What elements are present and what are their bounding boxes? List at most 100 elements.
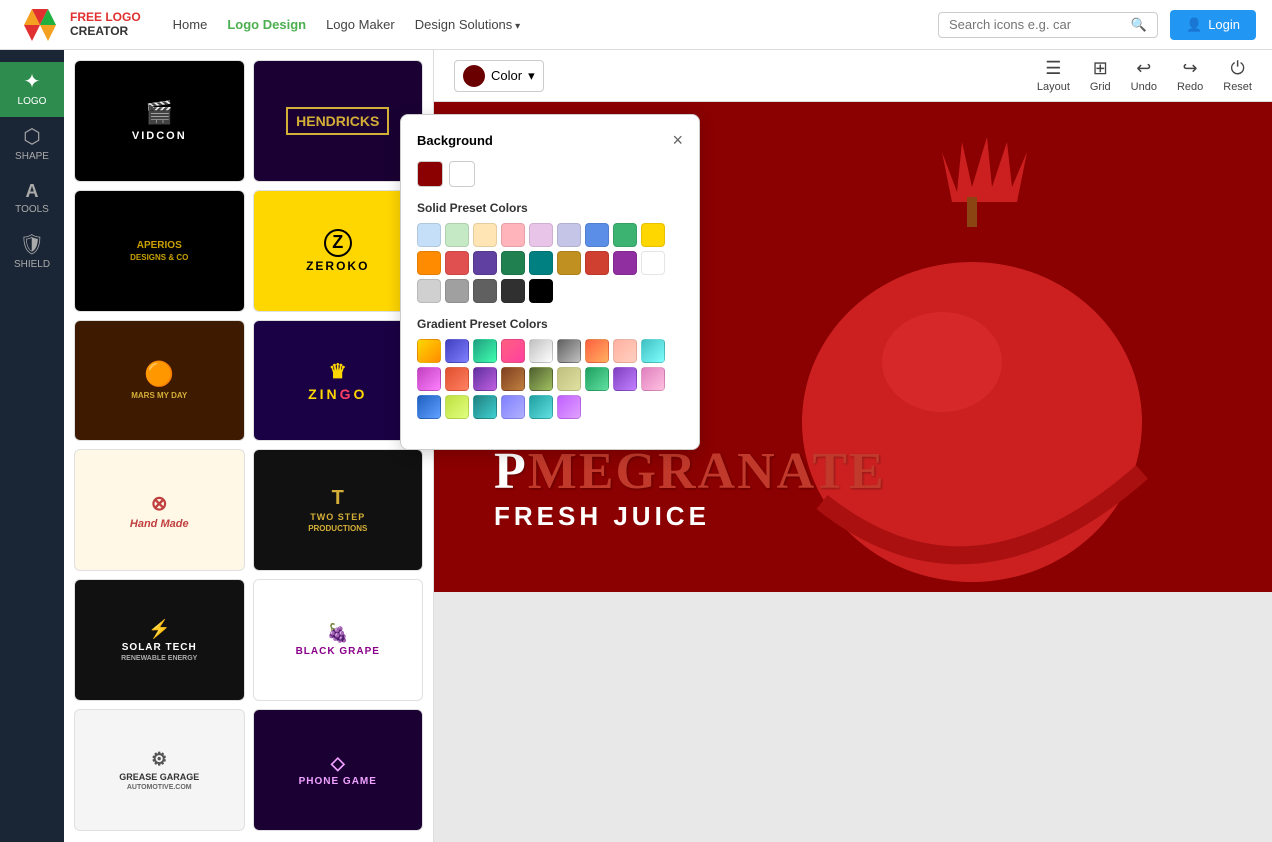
search-input[interactable] bbox=[949, 17, 1127, 32]
gradient-swatch[interactable] bbox=[557, 339, 581, 363]
gallery-item-phonegame[interactable]: ◇ PHONE GAME bbox=[253, 709, 424, 831]
canvas-main-text-rest: MEGRANATE bbox=[528, 443, 886, 500]
nav-logo-maker[interactable]: Logo Maker bbox=[326, 17, 395, 32]
solid-swatch[interactable] bbox=[501, 279, 525, 303]
layout-action[interactable]: ☰ Layout bbox=[1037, 58, 1070, 93]
bg-swatch-dark[interactable] bbox=[417, 161, 443, 187]
gradient-swatch[interactable] bbox=[585, 339, 609, 363]
solid-swatch[interactable] bbox=[557, 223, 581, 247]
gradient-swatch[interactable] bbox=[445, 367, 469, 391]
bg-swatches bbox=[417, 161, 683, 187]
redo-action[interactable]: ↪ Redo bbox=[1177, 58, 1203, 93]
solid-swatch[interactable] bbox=[501, 251, 525, 275]
gradient-swatch[interactable] bbox=[473, 367, 497, 391]
tools-icon: A bbox=[26, 182, 39, 200]
gallery-grid: 🎬 VIDCON HENDRICKS APERIOS DESIGNS & CO … bbox=[74, 60, 423, 831]
shape-icon: ⬡ bbox=[23, 127, 40, 147]
solid-swatch[interactable] bbox=[585, 251, 609, 275]
solid-swatch[interactable] bbox=[445, 251, 469, 275]
nav-logo-design[interactable]: Logo Design bbox=[227, 17, 306, 32]
tool-logo[interactable]: ✦ LOGO bbox=[0, 62, 64, 117]
gradient-swatch[interactable] bbox=[529, 367, 553, 391]
solid-swatch[interactable] bbox=[473, 223, 497, 247]
color-popup-close[interactable]: × bbox=[672, 131, 683, 149]
color-popup: Background × Solid Preset Colors Gradien… bbox=[400, 114, 700, 450]
gallery-item-grease[interactable]: ⚙ GREASE GARAGE AUTOMOTIVE.COM bbox=[74, 709, 245, 831]
gallery-item-zingo[interactable]: ♛ ZINGO bbox=[253, 320, 424, 442]
reset-action[interactable]: ⏻ Reset bbox=[1223, 58, 1252, 93]
solid-swatch[interactable] bbox=[585, 223, 609, 247]
solid-swatch[interactable] bbox=[417, 251, 441, 275]
gradient-swatch[interactable] bbox=[557, 367, 581, 391]
gradient-swatch[interactable] bbox=[529, 395, 553, 419]
gallery-item-marsmyday[interactable]: 🟠 MARS MY DAY bbox=[74, 320, 245, 442]
gradient-swatch[interactable] bbox=[445, 395, 469, 419]
gradient-swatch[interactable] bbox=[417, 395, 441, 419]
gallery-item-hendricks[interactable]: HENDRICKS bbox=[253, 60, 424, 182]
color-picker-trigger[interactable]: Color ▾ bbox=[454, 60, 544, 92]
gallery-item-zeroko[interactable]: Z ZEROKO bbox=[253, 190, 424, 312]
solid-swatch[interactable] bbox=[557, 251, 581, 275]
grid-icon: ⊞ bbox=[1093, 58, 1108, 79]
undo-action[interactable]: ↩ Undo bbox=[1131, 58, 1157, 93]
gallery-item-solartech[interactable]: ⚡ SOLAR TECH RENEWABLE ENERGY bbox=[74, 579, 245, 701]
solid-swatch[interactable] bbox=[529, 251, 553, 275]
tool-logo-label: LOGO bbox=[18, 96, 47, 107]
tool-tools[interactable]: A TOOLS bbox=[0, 172, 64, 225]
gradient-swatch[interactable] bbox=[613, 339, 637, 363]
toolbar-actions: ☰ Layout ⊞ Grid ↩ Undo ↪ Redo ⏻ Reset bbox=[1037, 58, 1252, 93]
color-popup-title: Background bbox=[417, 133, 493, 148]
solid-swatch[interactable] bbox=[613, 251, 637, 275]
solid-swatch[interactable] bbox=[417, 279, 441, 303]
tool-shield[interactable]: 🛡 SHIELD bbox=[0, 225, 64, 280]
solid-section-title: Solid Preset Colors bbox=[417, 201, 683, 215]
gradient-swatch[interactable] bbox=[417, 339, 441, 363]
nav-home[interactable]: Home bbox=[173, 17, 208, 32]
gradient-swatch[interactable] bbox=[445, 339, 469, 363]
gradient-swatch[interactable] bbox=[473, 339, 497, 363]
gallery-item-twostep[interactable]: T TWO STEP PRODUCTIONS bbox=[253, 449, 424, 571]
nav-design-solutions[interactable]: Design Solutions bbox=[415, 17, 520, 32]
gradient-swatch[interactable] bbox=[613, 367, 637, 391]
solid-swatch[interactable] bbox=[501, 223, 525, 247]
search-box[interactable]: 🔍 bbox=[938, 12, 1158, 38]
gradient-swatch[interactable] bbox=[557, 395, 581, 419]
gradient-swatch[interactable] bbox=[501, 339, 525, 363]
solid-swatch[interactable] bbox=[473, 251, 497, 275]
gradient-swatch[interactable] bbox=[473, 395, 497, 419]
gallery-item-vidcon[interactable]: 🎬 VIDCON bbox=[74, 60, 245, 182]
gradient-section-title: Gradient Preset Colors bbox=[417, 317, 683, 331]
solid-swatch[interactable] bbox=[641, 223, 665, 247]
solid-swatch[interactable] bbox=[529, 223, 553, 247]
gradient-swatch[interactable] bbox=[501, 395, 525, 419]
solid-swatch[interactable] bbox=[529, 279, 553, 303]
gradient-swatch[interactable] bbox=[585, 367, 609, 391]
bg-swatch-light[interactable] bbox=[449, 161, 475, 187]
tool-shape[interactable]: ⬡ SHAPE bbox=[0, 117, 64, 172]
gradient-swatch[interactable] bbox=[501, 367, 525, 391]
solid-swatch[interactable] bbox=[445, 223, 469, 247]
sidebar-tools: ✦ LOGO ⬡ SHAPE A TOOLS 🛡 SHIELD bbox=[0, 50, 64, 842]
canvas-first-letter: P bbox=[494, 443, 528, 500]
user-icon: 👤 bbox=[1186, 17, 1202, 33]
gallery-item-blackgrape[interactable]: 🍇 BLACK GRAPE bbox=[253, 579, 424, 701]
tool-shield-label: SHIELD bbox=[14, 259, 50, 270]
grid-action[interactable]: ⊞ Grid bbox=[1090, 58, 1111, 93]
color-label: Color bbox=[491, 68, 522, 83]
gradient-swatch[interactable] bbox=[529, 339, 553, 363]
gradient-swatch[interactable] bbox=[641, 367, 665, 391]
tool-shape-label: SHAPE bbox=[15, 151, 49, 162]
solid-swatch[interactable] bbox=[613, 223, 637, 247]
gallery-item-handmade[interactable]: ⊗ Hand Made bbox=[74, 449, 245, 571]
solid-swatch[interactable] bbox=[445, 279, 469, 303]
brand-logo[interactable]: FREE LOGO CREATOR bbox=[16, 5, 141, 45]
gallery-item-aperios[interactable]: APERIOS DESIGNS & CO bbox=[74, 190, 245, 312]
gradient-swatch[interactable] bbox=[417, 367, 441, 391]
solid-swatch[interactable] bbox=[473, 279, 497, 303]
login-button[interactable]: 👤 Login bbox=[1170, 10, 1256, 40]
solid-swatch[interactable] bbox=[641, 251, 665, 275]
solid-swatch[interactable] bbox=[417, 223, 441, 247]
redo-label: Redo bbox=[1177, 81, 1203, 93]
color-chevron-icon: ▾ bbox=[528, 68, 535, 84]
gradient-swatch[interactable] bbox=[641, 339, 665, 363]
